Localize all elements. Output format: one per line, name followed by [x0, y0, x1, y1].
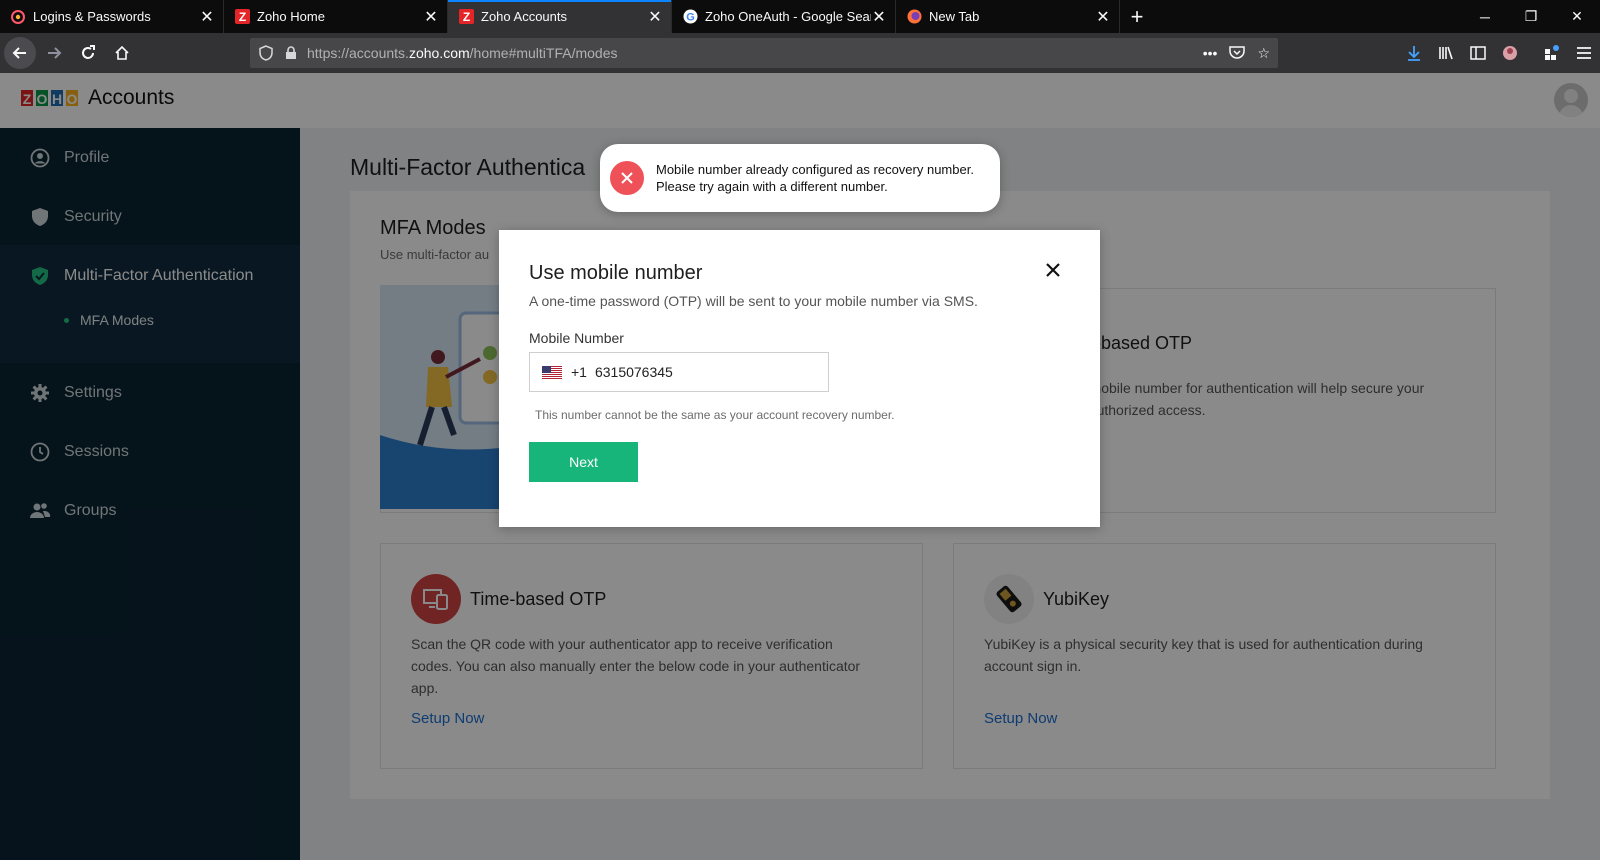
tracking-shield-icon[interactable]: [259, 45, 273, 61]
urlbar-actions: ••• ☆: [1203, 38, 1270, 68]
address-bar[interactable]: https://accounts.zoho.com/home#multiTFA/…: [250, 38, 1278, 68]
svg-text:Z: Z: [238, 10, 245, 24]
home-icon[interactable]: [106, 37, 138, 69]
tab-google-search[interactable]: G Zoho OneAuth - Google Search ✕: [672, 0, 896, 33]
tab-title: Zoho Accounts: [481, 9, 567, 24]
svg-text:G: G: [686, 12, 695, 24]
url-prefix: https://accounts.: [307, 45, 409, 61]
url-path: /home#multiTFA/modes: [469, 45, 618, 61]
tab-logins-passwords[interactable]: Logins & Passwords ✕: [0, 0, 224, 33]
reload-icon[interactable]: [72, 37, 104, 69]
country-code[interactable]: +1: [571, 364, 587, 380]
url-text: https://accounts.zoho.com/home#multiTFA/…: [307, 45, 618, 61]
tab-title: Zoho Home: [257, 9, 325, 24]
new-tab-button[interactable]: +: [1120, 0, 1154, 33]
tab-strip: Logins & Passwords ✕ Z Zoho Home ✕ Z Zoh…: [0, 0, 1600, 33]
field-hint: This number cannot be the same as your a…: [535, 408, 895, 422]
close-tab-icon[interactable]: ✕: [1095, 7, 1111, 27]
extensions-icon[interactable]: [1536, 45, 1568, 61]
google-icon: G: [682, 9, 698, 25]
svg-text:Z: Z: [462, 10, 469, 24]
tab-zoho-accounts[interactable]: Z Zoho Accounts ✕: [448, 0, 672, 33]
us-flag-icon[interactable]: [542, 365, 562, 379]
url-domain: zoho.com: [408, 45, 470, 61]
mobile-number-field[interactable]: +1 6315076345: [529, 352, 829, 392]
tab-title: Logins & Passwords: [33, 9, 151, 24]
tab-title: New Tab: [929, 9, 980, 24]
dialog-title: Use mobile number: [529, 262, 703, 284]
sidebar-toggle-icon[interactable]: [1462, 46, 1494, 60]
library-icon[interactable]: [1430, 45, 1462, 61]
dialog-description: A one-time password (OTP) will be sent t…: [529, 293, 978, 309]
toast-line: Please try again with a different number…: [656, 179, 888, 194]
close-window-icon[interactable]: ✕: [1554, 0, 1600, 33]
minimize-icon[interactable]: ─: [1462, 0, 1508, 33]
back-icon[interactable]: [4, 37, 36, 69]
firefox-icon: [906, 9, 922, 25]
tab-title: Zoho OneAuth - Google Search: [705, 9, 871, 24]
tab-zoho-home[interactable]: Z Zoho Home ✕: [224, 0, 448, 33]
lock-icon[interactable]: [285, 46, 297, 60]
navigation-toolbar: https://accounts.zoho.com/home#multiTFA/…: [0, 33, 1600, 73]
tab-new-tab[interactable]: New Tab ✕: [896, 0, 1120, 33]
error-icon: [610, 161, 644, 195]
toast-message: Mobile number already configured as reco…: [656, 161, 974, 195]
close-tab-icon[interactable]: ✕: [647, 7, 663, 27]
bookmark-star-icon[interactable]: ☆: [1257, 45, 1270, 62]
close-tab-icon[interactable]: ✕: [199, 7, 215, 27]
restore-icon[interactable]: ❐: [1508, 0, 1554, 33]
error-toast: Mobile number already configured as reco…: [600, 144, 1000, 212]
pocket-icon[interactable]: [1229, 45, 1246, 62]
zoho-icon: Z: [458, 9, 474, 25]
account-avatar-icon[interactable]: [1494, 45, 1526, 61]
menu-icon[interactable]: [1568, 46, 1600, 60]
phone-number-input[interactable]: 6315076345: [595, 364, 673, 380]
zoho-icon: Z: [234, 9, 250, 25]
mobile-number-label: Mobile Number: [529, 330, 624, 346]
close-tab-icon[interactable]: ✕: [871, 7, 887, 27]
close-icon[interactable]: [1041, 258, 1065, 282]
forward-icon[interactable]: [38, 37, 70, 69]
page-actions-icon[interactable]: •••: [1203, 45, 1218, 61]
lockwise-icon: [10, 9, 26, 25]
download-icon[interactable]: [1398, 45, 1430, 61]
use-mobile-number-dialog: Use mobile number A one-time password (O…: [499, 230, 1100, 527]
toast-line: Mobile number already configured as reco…: [656, 162, 974, 177]
next-button[interactable]: Next: [529, 442, 638, 482]
toolbar-right: [1398, 33, 1600, 73]
close-tab-icon[interactable]: ✕: [423, 7, 439, 27]
window-controls: ─ ❐ ✕: [1462, 0, 1600, 33]
